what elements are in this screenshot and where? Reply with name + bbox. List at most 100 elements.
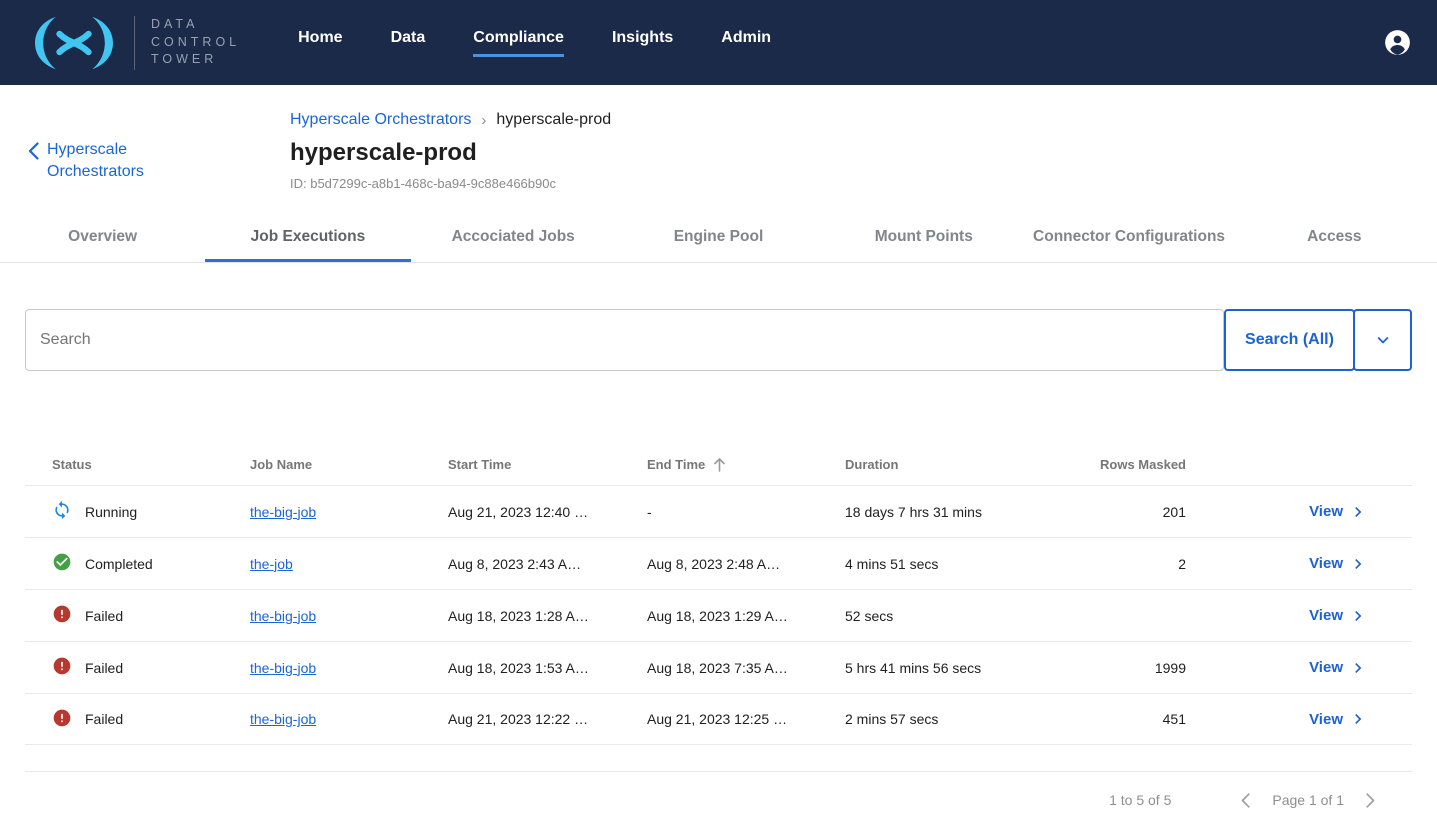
column-header-status[interactable]: Status xyxy=(52,457,250,472)
job-name-link[interactable]: the-big-job xyxy=(250,711,316,727)
start-time: Aug 21, 2023 12:40 … xyxy=(448,504,647,520)
status-label: Completed xyxy=(85,556,153,572)
nav-item-insights[interactable]: Insights xyxy=(612,29,673,57)
end-time: - xyxy=(647,504,845,520)
previous-page-button[interactable] xyxy=(1241,793,1250,808)
next-page-button[interactable] xyxy=(1366,793,1375,808)
chevron-left-icon xyxy=(28,142,39,160)
job-name-link[interactable]: the-big-job xyxy=(250,504,316,520)
back-nav-link[interactable]: Hyperscale Orchestrators xyxy=(28,139,290,191)
tab-access[interactable]: Access xyxy=(1232,213,1437,262)
start-time: Aug 18, 2023 1:53 A… xyxy=(448,660,647,676)
brand-wordmark: DATA CONTROL TOWER xyxy=(151,16,240,69)
nav-item-data[interactable]: Data xyxy=(391,29,426,57)
view-link-label: View xyxy=(1309,607,1343,624)
brand-logo-icon xyxy=(26,14,122,72)
view-link-label: View xyxy=(1309,659,1343,676)
pagination: 1 to 5 of 5 Page 1 of 1 xyxy=(0,772,1437,808)
brand-line-1: DATA xyxy=(151,16,240,34)
tab-mount-points[interactable]: Mount Points xyxy=(821,213,1026,262)
job-name-link[interactable]: the-job xyxy=(250,556,293,572)
table-row: Completed the-job Aug 8, 2023 2:43 A… Au… xyxy=(25,537,1412,589)
check-circle-icon xyxy=(52,552,72,575)
rows-masked: 451 xyxy=(1100,711,1186,727)
nav-item-compliance[interactable]: Compliance xyxy=(473,29,564,57)
nav-item-admin[interactable]: Admin xyxy=(721,29,771,57)
column-header-end-time[interactable]: End Time xyxy=(647,457,845,472)
view-link[interactable]: View xyxy=(1186,554,1412,574)
chevron-right-icon xyxy=(1366,793,1375,808)
error-circle-icon xyxy=(52,656,72,679)
status-label: Failed xyxy=(85,608,123,624)
brand-line-2: CONTROL xyxy=(151,34,240,52)
search-bar: Search (All) xyxy=(25,309,1412,371)
column-header-start-time[interactable]: Start Time xyxy=(448,457,647,472)
rows-masked: 2 xyxy=(1100,556,1186,572)
error-circle-icon xyxy=(52,708,72,731)
view-link-label: View xyxy=(1309,711,1343,728)
column-header-rows-masked[interactable]: Rows Masked xyxy=(1100,457,1186,472)
tab-accociated-jobs[interactable]: Accociated Jobs xyxy=(411,213,616,262)
breadcrumb-separator-icon: › xyxy=(481,112,486,129)
end-time: Aug 8, 2023 2:48 A… xyxy=(647,556,845,572)
breadcrumb-parent-link[interactable]: Hyperscale Orchestrators xyxy=(290,111,471,129)
brand-line-3: TOWER xyxy=(151,51,240,69)
search-options-dropdown-button[interactable] xyxy=(1353,309,1412,371)
account-icon[interactable] xyxy=(1384,29,1411,56)
start-time: Aug 21, 2023 12:22 … xyxy=(448,711,647,727)
job-executions-table: Status Job Name Start Time End Time Dura… xyxy=(25,443,1412,745)
pagination-page-label: Page 1 of 1 xyxy=(1272,792,1344,808)
view-link-label: View xyxy=(1309,503,1343,520)
page-header: Hyperscale Orchestrators Hyperscale Orch… xyxy=(0,85,1437,191)
sort-arrow-up-icon xyxy=(713,457,726,472)
status-cell: Completed xyxy=(52,552,250,575)
page-title: hyperscale-prod xyxy=(290,139,1437,167)
breadcrumb-current: hyperscale-prod xyxy=(496,111,611,129)
status-label: Failed xyxy=(85,711,123,727)
brand-divider xyxy=(134,16,135,70)
chevron-left-icon xyxy=(1241,793,1250,808)
table-body: Running the-big-job Aug 21, 2023 12:40 …… xyxy=(25,485,1412,745)
duration: 5 hrs 41 mins 56 secs xyxy=(845,660,1100,676)
status-cell: Running xyxy=(52,500,250,523)
view-link-label: View xyxy=(1309,555,1343,572)
status-cell: Failed xyxy=(52,604,250,627)
table-row: Failed the-big-job Aug 21, 2023 12:22 … … xyxy=(25,693,1412,745)
chevron-right-icon xyxy=(1348,554,1368,574)
nav-item-home[interactable]: Home xyxy=(298,29,342,57)
main-nav: Home Data Compliance Insights Admin xyxy=(298,29,771,57)
search-all-button[interactable]: Search (All) xyxy=(1224,309,1355,371)
view-link[interactable]: View xyxy=(1186,658,1412,678)
pagination-range: 1 to 5 of 5 xyxy=(1109,792,1171,808)
start-time: Aug 18, 2023 1:28 A… xyxy=(448,608,647,624)
table-row: Running the-big-job Aug 21, 2023 12:40 …… xyxy=(25,485,1412,537)
tab-overview[interactable]: Overview xyxy=(0,213,205,262)
end-time: Aug 18, 2023 1:29 A… xyxy=(647,608,845,624)
tab-engine-pool[interactable]: Engine Pool xyxy=(616,213,821,262)
chevron-right-icon xyxy=(1348,606,1368,626)
chevron-right-icon xyxy=(1348,658,1368,678)
breadcrumb: Hyperscale Orchestrators › hyperscale-pr… xyxy=(290,111,1437,129)
duration: 52 secs xyxy=(845,608,1100,624)
column-header-duration[interactable]: Duration xyxy=(845,457,1100,472)
entity-id: ID: b5d7299c-a8b1-468c-ba94-9c88e466b90c xyxy=(290,176,1437,191)
job-name-link[interactable]: the-big-job xyxy=(250,608,316,624)
duration: 4 mins 51 secs xyxy=(845,556,1100,572)
rows-masked: 1999 xyxy=(1100,660,1186,676)
tab-connector-configurations[interactable]: Connector Configurations xyxy=(1026,213,1231,262)
view-link[interactable]: View xyxy=(1186,606,1412,626)
table-header-row: Status Job Name Start Time End Time Dura… xyxy=(25,443,1412,485)
top-navbar: DATA CONTROL TOWER Home Data Compliance … xyxy=(0,0,1437,85)
error-circle-icon xyxy=(52,604,72,627)
view-link[interactable]: View xyxy=(1186,709,1412,729)
view-link[interactable]: View xyxy=(1186,502,1412,522)
duration: 18 days 7 hrs 31 mins xyxy=(845,504,1100,520)
tab-job-executions[interactable]: Job Executions xyxy=(205,213,410,262)
column-header-job-name[interactable]: Job Name xyxy=(250,457,448,472)
status-cell: Failed xyxy=(52,656,250,679)
duration: 2 mins 57 secs xyxy=(845,711,1100,727)
chevron-right-icon xyxy=(1348,709,1368,729)
search-input[interactable] xyxy=(25,309,1224,371)
job-name-link[interactable]: the-big-job xyxy=(250,660,316,676)
start-time: Aug 8, 2023 2:43 A… xyxy=(448,556,647,572)
